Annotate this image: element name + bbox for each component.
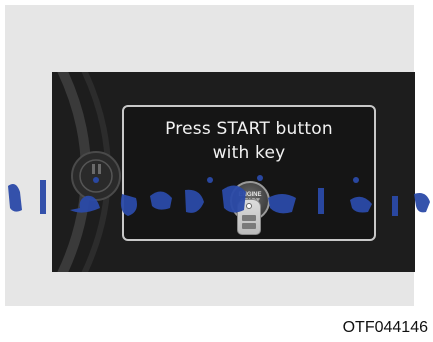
key-ring-hole bbox=[246, 203, 252, 209]
key-button-2 bbox=[242, 223, 256, 229]
key-button-1 bbox=[242, 215, 256, 221]
smart-key-icon bbox=[237, 199, 261, 235]
warning-message-box: Press START button with key ENGINE START bbox=[122, 105, 376, 241]
cluster-display-panel: Press START button with key ENGINE START bbox=[52, 72, 415, 272]
figure-code: OTF044146 bbox=[342, 319, 428, 336]
engine-button-label-1: ENGINE bbox=[238, 192, 262, 198]
message-line-2: with key bbox=[212, 143, 286, 163]
message-line-1: Press START button bbox=[165, 119, 333, 139]
